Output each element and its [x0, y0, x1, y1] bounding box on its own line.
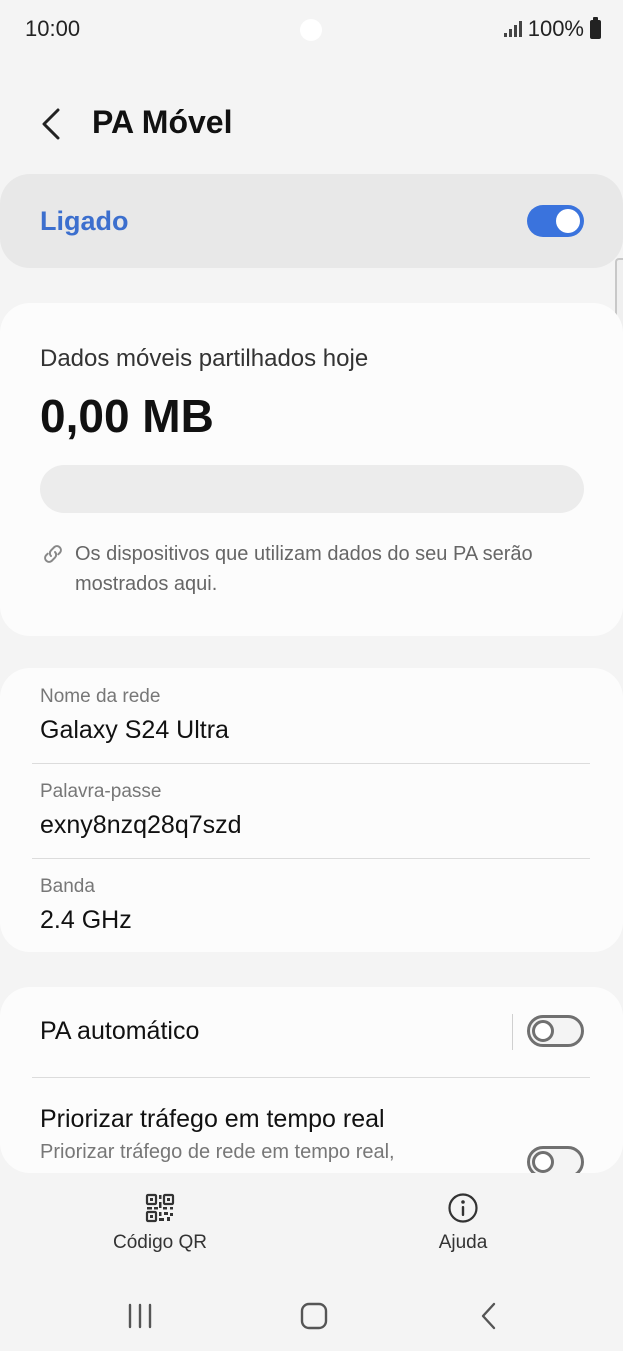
usage-note: Os dispositivos que utilizam dados do se… [75, 543, 533, 595]
back-icon[interactable] [471, 1298, 507, 1334]
signal-icon [503, 21, 522, 37]
status-time: 10:00 [25, 16, 81, 41]
auto-hotspot-switch[interactable] [527, 1015, 584, 1047]
switch-knob [556, 209, 580, 233]
recents-icon[interactable] [122, 1298, 158, 1334]
qr-code-button[interactable]: Código QR [80, 1192, 240, 1254]
info-icon [448, 1193, 478, 1223]
qr-code-label: Código QR [113, 1232, 207, 1253]
link-icon [44, 545, 62, 563]
hotspot-toggle-label: Ligado [40, 206, 129, 236]
network-info-card: Nome da rede Galaxy S24 Ultra Palavra-pa… [0, 668, 623, 952]
back-button[interactable] [34, 104, 74, 144]
qr-code-icon [145, 1193, 175, 1223]
switch-knob [532, 1151, 554, 1173]
battery-percent: 100% [527, 16, 584, 41]
divider [32, 1077, 590, 1078]
battery-icon [590, 16, 601, 39]
vertical-separator [512, 1014, 513, 1050]
divider [32, 763, 590, 764]
camera-cutout [300, 19, 322, 41]
band-label: Banda [40, 876, 95, 897]
help-button[interactable]: Ajuda [383, 1192, 543, 1254]
usage-card: Dados móveis partilhados hoje 0,00 MB Os… [0, 303, 623, 636]
realtime-priority-desc: Priorizar tráfego de rede em tempo real, [40, 1141, 395, 1163]
hotspot-switch[interactable] [527, 205, 584, 237]
hotspot-toggle-row[interactable]: Ligado [0, 174, 623, 268]
status-indicators: 100% [503, 16, 601, 42]
network-name-label: Nome da rede [40, 686, 161, 707]
usage-progress-bar [40, 465, 584, 513]
usage-value: 0,00 MB [40, 390, 214, 442]
system-nav-bar [0, 1282, 623, 1351]
home-icon[interactable] [296, 1298, 332, 1334]
realtime-priority-title: Priorizar tráfego em tempo real [40, 1105, 385, 1133]
password-value: exny8nzq28q7szd [40, 811, 242, 839]
settings-card: PA automático Priorizar tráfego em tempo… [0, 987, 623, 1173]
usage-label: Dados móveis partilhados hoje [40, 345, 369, 372]
password-row[interactable]: Palavra-passe exny8nzq28q7szd [40, 781, 590, 840]
page-title: PA Móvel [92, 104, 233, 140]
help-label: Ajuda [438, 1232, 488, 1253]
status-bar: 10:00 100% [0, 0, 623, 58]
divider [32, 858, 590, 859]
switch-knob [532, 1020, 554, 1042]
chevron-left-icon [42, 108, 60, 140]
bottom-action-bar: Código QR Ajuda [0, 1180, 623, 1280]
band-value: 2.4 GHz [40, 906, 132, 934]
auto-hotspot-label: PA automático [40, 1017, 200, 1045]
realtime-priority-switch[interactable] [527, 1146, 584, 1173]
header: PA Móvel [0, 90, 623, 160]
band-row[interactable]: Banda 2.4 GHz [40, 876, 590, 935]
network-name-row[interactable]: Nome da rede Galaxy S24 Ultra [40, 686, 590, 745]
password-label: Palavra-passe [40, 781, 162, 802]
network-name-value: Galaxy S24 Ultra [40, 716, 229, 744]
